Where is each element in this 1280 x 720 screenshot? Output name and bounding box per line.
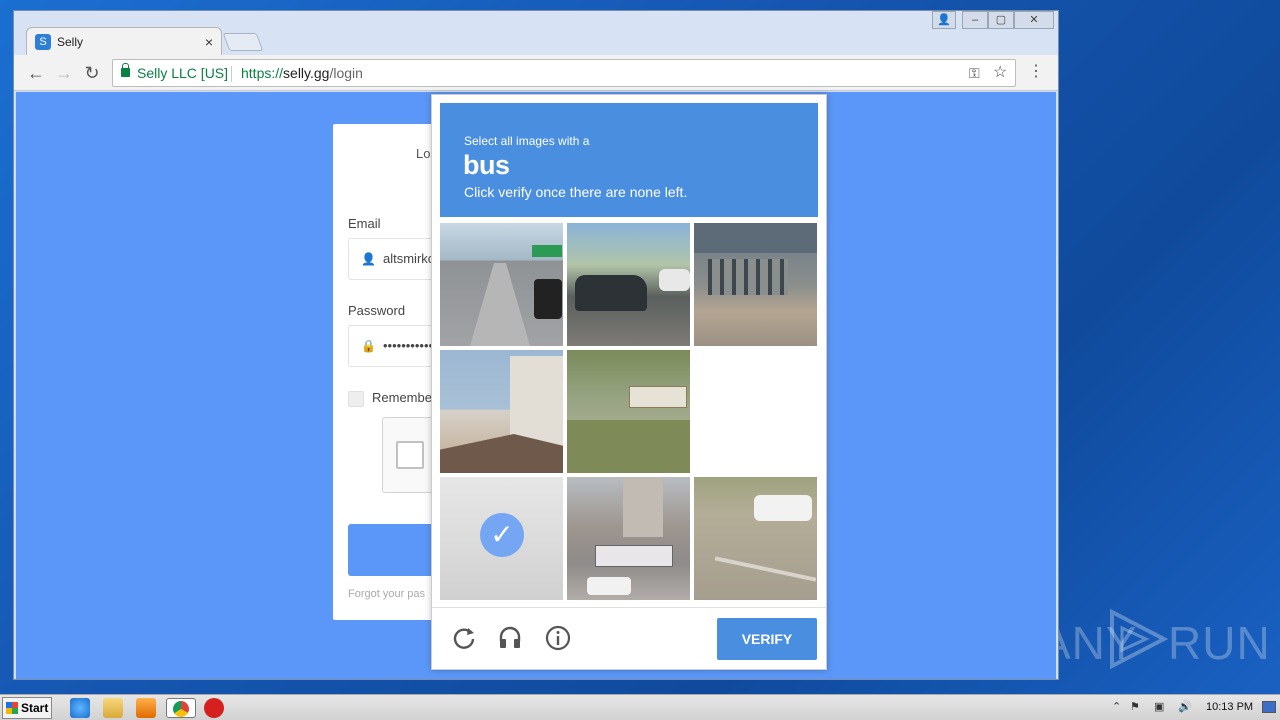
back-button[interactable]: ← xyxy=(24,61,48,85)
url-host: selly.gg xyxy=(283,65,330,81)
info-icon[interactable] xyxy=(544,624,572,652)
minimize-button[interactable]: – xyxy=(962,11,988,29)
watermark-run: RUN xyxy=(1168,617,1271,669)
email-value: altsmirkc xyxy=(383,251,435,266)
selected-check-icon: ✓ xyxy=(480,513,524,557)
reload-button[interactable]: ↻ xyxy=(80,61,104,85)
chrome-taskbar-button[interactable] xyxy=(166,698,196,718)
browser-toolbar: ← → ↻ Selly LLC [US] https://selly.gg/lo… xyxy=(14,55,1058,91)
internet-explorer-icon[interactable] xyxy=(70,698,90,718)
captcha-tile-parked-cars[interactable] xyxy=(567,223,690,346)
recaptcha-checkbox[interactable] xyxy=(396,441,424,469)
email-label: Email xyxy=(348,216,381,231)
network-icon[interactable]: ▣ xyxy=(1154,700,1164,713)
show-hidden-icons[interactable]: ⌃ xyxy=(1112,700,1121,713)
omnibox-separator xyxy=(231,66,232,82)
captcha-tile-parking-lot[interactable] xyxy=(694,477,817,600)
new-tab-button[interactable] xyxy=(222,33,264,51)
play-logo-icon xyxy=(1110,608,1169,670)
windows-logo-icon xyxy=(6,702,18,714)
captcha-tile-selected[interactable]: ✓ xyxy=(440,477,563,600)
captcha-tile-highway[interactable] xyxy=(440,223,563,346)
key-icon[interactable]: ⚿ xyxy=(969,60,980,86)
captcha-tile-bus-field[interactable] xyxy=(567,350,690,473)
captcha-challenge: Select all images with a bus Click verif… xyxy=(431,94,827,670)
remember-label: Remember xyxy=(372,390,437,405)
captcha-grid: ✓ xyxy=(440,223,818,601)
lock-icon xyxy=(121,63,130,77)
captcha-instruction: Select all images with a xyxy=(464,134,590,148)
anyrun-watermark: ANY RUN xyxy=(1040,608,1270,674)
tab-selly[interactable]: S Selly × xyxy=(26,27,222,55)
start-label: Start xyxy=(21,701,49,715)
url-scheme: https:// xyxy=(241,65,284,81)
lock-field-icon: 🔒 xyxy=(361,339,376,353)
opera-icon[interactable] xyxy=(204,698,224,718)
action-center-flag-icon[interactable]: ⚑ xyxy=(1130,700,1140,713)
forward-button[interactable]: → xyxy=(52,61,76,85)
profile-icon[interactable]: 👤 xyxy=(932,11,956,29)
password-value: ••••••••••• xyxy=(383,338,434,353)
verify-button[interactable]: VERIFY xyxy=(717,618,817,660)
file-explorer-icon[interactable] xyxy=(103,698,123,718)
taskbar: Start ⌃ ⚑ ▣ 🔊 10:13 PM xyxy=(0,694,1280,720)
captcha-header: Select all images with a bus Click verif… xyxy=(440,103,818,217)
captcha-footer: VERIFY xyxy=(432,607,826,671)
close-tab-icon[interactable]: × xyxy=(205,34,213,50)
browser-menu-icon[interactable]: ⋮ xyxy=(1028,61,1044,81)
maximize-button[interactable]: ▢ xyxy=(988,11,1014,29)
forgot-password-link[interactable]: Forgot your pas xyxy=(348,588,425,600)
captcha-tile-bike-rack[interactable] xyxy=(694,223,817,346)
password-label: Password xyxy=(348,303,406,318)
reload-challenge-icon[interactable] xyxy=(450,624,478,652)
captcha-tile-house[interactable] xyxy=(440,350,563,473)
address-bar[interactable]: Selly LLC [US] https://selly.gg/login ⚿ … xyxy=(112,59,1016,87)
audio-challenge-icon[interactable] xyxy=(496,624,524,652)
taskbar-clock[interactable]: 10:13 PM xyxy=(1206,701,1253,713)
url-path: /login xyxy=(329,65,363,81)
secure-org-label: Selly LLC [US] xyxy=(137,65,229,81)
captcha-target: bus xyxy=(463,150,510,180)
volume-icon[interactable]: 🔊 xyxy=(1178,700,1192,713)
captcha-tile-city-bus[interactable] xyxy=(567,477,690,600)
user-icon: 👤 xyxy=(361,252,376,266)
close-window-button[interactable]: ✕ xyxy=(1014,11,1054,29)
show-desktop-button[interactable] xyxy=(1262,701,1276,713)
url-text: https://selly.gg/login xyxy=(241,60,363,86)
media-player-icon[interactable] xyxy=(136,698,156,718)
captcha-tile-blank[interactable] xyxy=(694,350,817,473)
bookmark-star-icon[interactable]: ☆ xyxy=(993,60,1007,86)
captcha-subinstruction: Click verify once there are none left. xyxy=(464,184,688,200)
tab-strip: S Selly × 👤 – ▢ ✕ xyxy=(14,11,1058,55)
chrome-icon xyxy=(173,701,189,717)
tab-title: Selly xyxy=(57,34,84,49)
remember-checkbox[interactable] xyxy=(348,391,364,407)
start-button[interactable]: Start xyxy=(2,697,52,719)
selly-favicon-icon: S xyxy=(35,33,51,50)
